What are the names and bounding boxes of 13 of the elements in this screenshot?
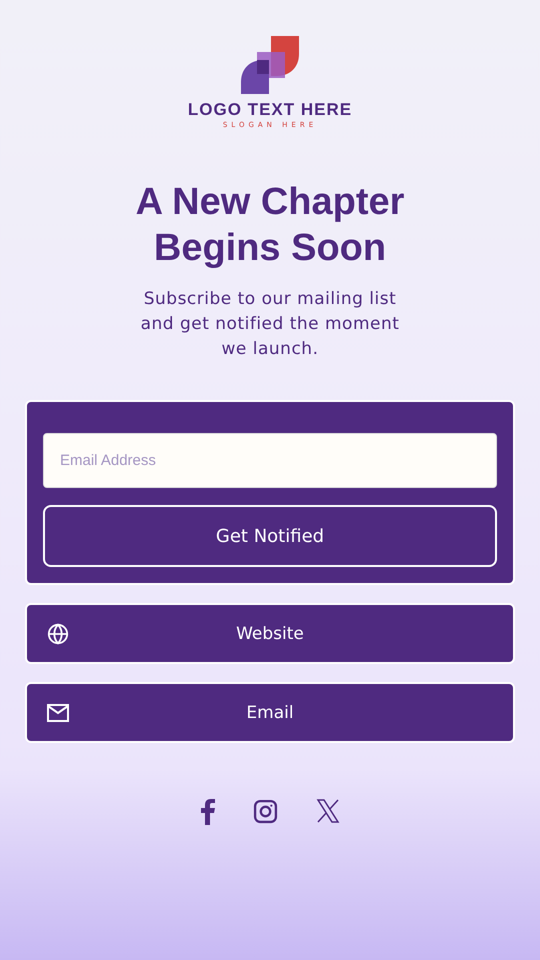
facebook-icon[interactable] bbox=[200, 799, 214, 825]
logo-icon bbox=[241, 36, 299, 94]
x-icon[interactable] bbox=[316, 799, 340, 823]
subtitle-text: Subscribe to our mailing list and get notified the moment we launch. bbox=[140, 288, 400, 361]
get-notified-button[interactable]: Get Notified bbox=[43, 505, 497, 567]
link-button[interactable]: Email bbox=[25, 682, 515, 743]
instagram-icon[interactable] bbox=[252, 799, 278, 824]
page-heading: A New Chapter Begins Soon bbox=[134, 180, 406, 271]
globe-icon bbox=[47, 622, 69, 644]
email-input-field[interactable]: Email Address bbox=[43, 433, 497, 488]
envelope-icon bbox=[47, 704, 69, 722]
logo-text: LOGO TEXT HERE bbox=[188, 100, 352, 120]
link-button[interactable]: Website bbox=[25, 603, 515, 664]
